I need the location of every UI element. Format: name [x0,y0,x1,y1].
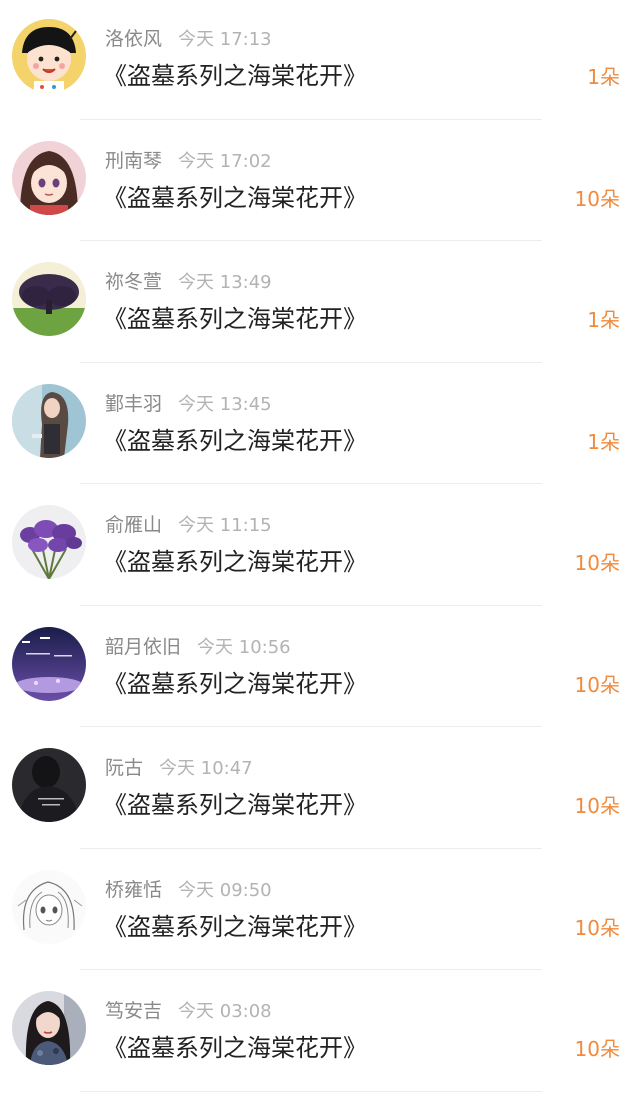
list-item[interactable]: 俞雁山 今天 11:15 《盗墓系列之海棠花开》 10朵 [0,486,640,608]
tree-avatar-icon [12,262,86,336]
woman-photo-avatar-icon [12,383,86,458]
divider [80,240,542,241]
book-title[interactable]: 《盗墓系列之海棠花开》 [103,303,367,335]
avatar[interactable] [12,19,86,93]
divider [80,604,542,606]
item-meta: 刑南琴 今天 17:02 [105,148,272,174]
user-name[interactable]: 笃安吉 [105,1000,162,1022]
user-name[interactable]: 刑南琴 [105,150,162,172]
list-item[interactable]: 鄞丰羽 今天 13:45 《盗墓系列之海棠花开》 1朵 [0,365,640,487]
list-item[interactable]: 刑南琴 今天 17:02 《盗墓系列之海棠花开》 10朵 [0,122,640,244]
flower-count: 1朵 [587,65,620,89]
timestamp: 今天 03:08 [178,1001,272,1022]
anime-girl-avatar-icon [12,140,86,215]
book-title[interactable]: 《盗墓系列之海棠花开》 [103,1032,367,1064]
divider [80,1090,542,1092]
book-title[interactable]: 《盗墓系列之海棠花开》 [103,546,367,578]
timestamp: 今天 10:56 [197,636,291,658]
cartoon-girl-avatar-icon [12,19,86,93]
divider [80,847,542,849]
avatar[interactable] [12,991,86,1065]
book-title[interactable]: 《盗墓系列之海棠花开》 [103,182,367,214]
book-title[interactable]: 《盗墓系列之海棠花开》 [103,425,367,457]
list-item[interactable]: 祢冬萱 今天 13:49 《盗墓系列之海棠花开》 1朵 [0,243,640,365]
book-title[interactable]: 《盗墓系列之海棠花开》 [103,668,367,700]
timestamp: 今天 09:50 [178,879,272,901]
timestamp: 今天 10:47 [159,758,253,779]
item-meta: 桥雍恬 今天 09:50 [105,877,272,903]
timestamp: 今天 17:13 [178,29,272,50]
timestamp: 今天 13:45 [178,393,272,415]
divider [80,118,542,120]
item-meta: 洛依风 今天 17:13 [105,26,272,52]
lavender-flowers-avatar-icon [12,505,86,579]
list-item[interactable]: 笃安吉 今天 03:08 《盗墓系列之海棠花开》 10朵 [0,972,640,1094]
list-item[interactable]: 桥雍恬 今天 09:50 《盗墓系列之海棠花开》 10朵 [0,851,640,973]
flower-count: 1朵 [587,429,620,454]
avatar[interactable] [12,505,86,579]
avatar[interactable] [12,262,86,336]
avatar[interactable] [12,140,86,215]
divider [80,969,542,970]
gift-record-list: 洛依风 今天 17:13 《盗墓系列之海棠花开》 1朵 刑南琴 今天 17:02 《… [0,0,640,1094]
item-meta: 祢冬萱 今天 13:49 [105,269,272,295]
user-name[interactable]: 洛依风 [105,28,162,50]
item-meta: 韶月依旧 今天 10:56 [105,634,291,660]
book-title[interactable]: 《盗墓系列之海棠花开》 [103,60,367,92]
list-item[interactable]: 洛依风 今天 17:13 《盗墓系列之海棠花开》 1朵 [0,0,640,122]
item-meta: 鄞丰羽 今天 13:45 [105,391,272,417]
user-name[interactable]: 桥雍恬 [105,879,162,901]
list-item[interactable]: 韶月依旧 今天 10:56 《盗墓系列之海棠花开》 10朵 [0,608,640,730]
item-meta: 俞雁山 今天 11:15 [105,512,272,538]
avatar[interactable] [12,383,86,458]
divider [80,726,542,727]
user-name[interactable]: 俞雁山 [105,514,162,536]
item-meta: 笃安吉 今天 03:08 [105,998,272,1024]
flower-count: 10朵 [574,186,620,211]
timestamp: 今天 11:15 [178,515,272,536]
timestamp: 今天 13:49 [178,272,272,293]
avatar[interactable] [12,748,86,822]
avatar[interactable] [12,869,86,944]
timestamp: 今天 17:02 [178,150,272,172]
user-name[interactable]: 阮古 [105,757,143,779]
flower-count: 10朵 [574,915,620,940]
flower-count: 10朵 [574,551,620,575]
flower-count: 10朵 [574,1037,620,1061]
item-meta: 阮古 今天 10:47 [105,755,253,781]
dark-person-avatar-icon [12,748,86,822]
woman-portrait-avatar-icon [12,991,86,1065]
user-name[interactable]: 韶月依旧 [105,636,181,658]
flower-count: 10朵 [574,794,620,818]
book-title[interactable]: 《盗墓系列之海棠花开》 [103,911,367,943]
flower-count: 10朵 [574,672,620,697]
flower-count: 1朵 [587,308,620,332]
user-name[interactable]: 祢冬萱 [105,271,162,293]
list-item[interactable]: 阮古 今天 10:47 《盗墓系列之海棠花开》 10朵 [0,729,640,851]
user-name[interactable]: 鄞丰羽 [105,393,162,415]
divider [80,361,542,363]
avatar[interactable] [12,626,86,701]
night-sky-text-avatar-icon [12,626,86,701]
book-title[interactable]: 《盗墓系列之海棠花开》 [103,789,367,821]
divider [80,483,542,484]
sketch-girl-avatar-icon [12,869,86,944]
